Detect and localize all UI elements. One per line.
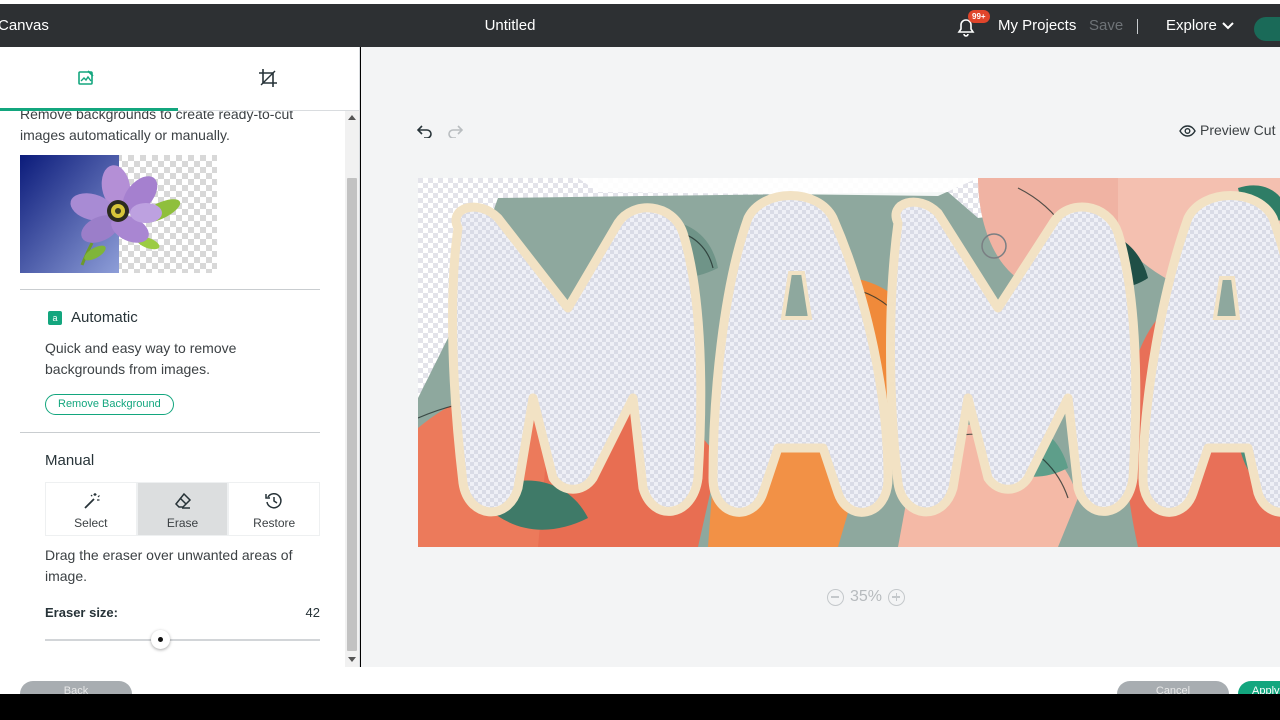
manual-tools: Select Erase Restore bbox=[45, 482, 321, 536]
background-remover-tab-icon[interactable] bbox=[76, 68, 96, 88]
preview-cut-toggle[interactable]: Preview Cut bbox=[1179, 122, 1275, 140]
scrollbar-thumb[interactable] bbox=[347, 178, 357, 651]
select-tool[interactable]: Select bbox=[45, 482, 137, 536]
zoom-out-icon[interactable] bbox=[827, 588, 844, 606]
automatic-icon: a bbox=[48, 311, 62, 325]
panel-scrollbar[interactable] bbox=[345, 111, 359, 667]
redo-icon[interactable] bbox=[447, 124, 463, 138]
select-tool-label: Select bbox=[74, 516, 108, 530]
header-divider bbox=[1137, 19, 1138, 34]
footer-bar: Back Cancel Apply bbox=[0, 667, 1280, 707]
restore-icon bbox=[265, 493, 282, 509]
erase-tool[interactable]: Erase bbox=[136, 482, 229, 536]
eraser-size-label: Eraser size: bbox=[45, 605, 118, 620]
make-button[interactable] bbox=[1254, 17, 1280, 41]
zoom-in-icon[interactable] bbox=[888, 588, 906, 606]
image-artboard[interactable] bbox=[418, 178, 1280, 547]
divider-2 bbox=[20, 432, 320, 433]
crop-tab-icon[interactable] bbox=[258, 68, 278, 88]
panel-scroll-area: Remove backgrounds to create ready-to-cu… bbox=[0, 111, 344, 667]
panel-tabs bbox=[0, 47, 359, 111]
restore-tool-label: Restore bbox=[253, 516, 296, 530]
eraser-size-slider-track[interactable] bbox=[45, 639, 320, 641]
remove-background-button[interactable]: Remove Background bbox=[45, 394, 174, 415]
save-link[interactable]: Save bbox=[1089, 17, 1123, 34]
automatic-title: Automatic bbox=[71, 309, 138, 326]
scroll-down-arrow[interactable] bbox=[348, 657, 356, 662]
canvas-area: Preview Cut 35% bbox=[361, 47, 1280, 667]
erase-description: Drag the eraser over unwanted areas of i… bbox=[45, 547, 293, 584]
bottom-letterbox bbox=[0, 694, 1280, 720]
document-title[interactable]: Untitled bbox=[0, 17, 1020, 34]
eraser-size-value: 42 bbox=[305, 605, 320, 620]
restore-tool[interactable]: Restore bbox=[228, 482, 321, 536]
undo-icon[interactable] bbox=[417, 124, 433, 138]
intro-text: Remove backgrounds to create ready-to-cu… bbox=[20, 111, 294, 143]
manual-title: Manual bbox=[45, 452, 95, 469]
zoom-control: 35% bbox=[827, 588, 906, 608]
eraser-icon bbox=[174, 492, 191, 509]
preview-cut-label: Preview Cut bbox=[1200, 122, 1276, 138]
automatic-description: Quick and easy way to remove backgrounds… bbox=[45, 340, 237, 377]
scroll-up-arrow[interactable] bbox=[348, 115, 356, 120]
explore-menu[interactable]: Explore bbox=[1166, 17, 1217, 34]
top-bar: Canvas Untitled 99+ My Projects Save Exp… bbox=[0, 4, 1280, 47]
notification-badge: 99+ bbox=[968, 10, 990, 23]
background-remover-panel: Remove backgrounds to create ready-to-cu… bbox=[0, 47, 360, 667]
my-projects-link[interactable]: My Projects bbox=[998, 17, 1076, 34]
magic-wand-icon bbox=[84, 493, 100, 509]
erase-tool-label: Erase bbox=[166, 516, 199, 530]
eye-icon bbox=[1179, 125, 1196, 137]
chevron-down-icon[interactable] bbox=[1221, 21, 1235, 31]
divider-1 bbox=[20, 289, 320, 290]
example-thumbnail bbox=[20, 155, 217, 273]
eraser-size-slider-thumb[interactable] bbox=[151, 630, 170, 649]
zoom-level: 35% bbox=[850, 588, 883, 605]
